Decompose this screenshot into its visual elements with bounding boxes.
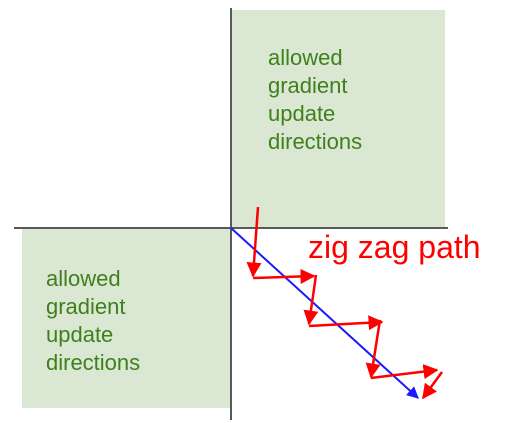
zigzag-step-4-down [421, 371, 444, 400]
zigzag-step-2-right [308, 315, 384, 331]
upper-right-region-label: allowed gradient update directions [268, 45, 363, 154]
zigzag-step-3-down [365, 319, 382, 379]
lower-left-region-label: allowed gradient update directions [46, 266, 141, 375]
zigzag-step-3-right [370, 364, 439, 380]
zigzag-path-label: zig zag path [308, 229, 481, 265]
zigzag-step-1-right [252, 268, 316, 284]
